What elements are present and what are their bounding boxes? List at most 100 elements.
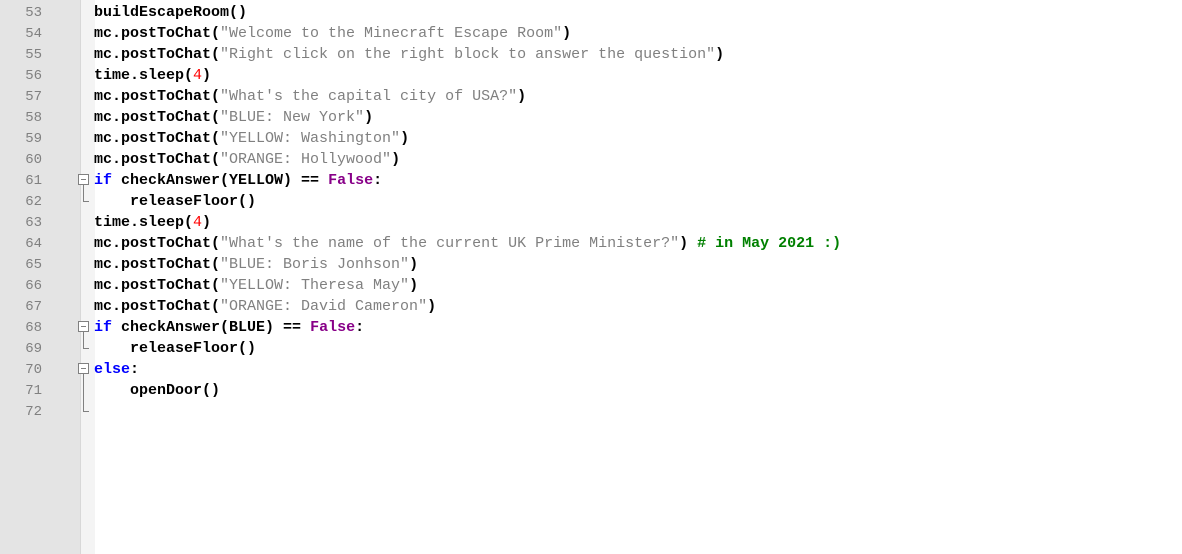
code-line[interactable]: 56 time.sleep(4) [0,65,1182,86]
fold-marker[interactable] [48,359,94,380]
code-token-default: ) [202,67,212,84]
code-line[interactable]: 57 mc.postToChat("What's the capital city… [0,86,1182,107]
code-token-keyword: if [94,172,113,189]
code-text: mc.postToChat("What's the name of the cu… [94,235,841,252]
fold-guide [83,380,84,401]
code-token-string: "BLUE: New York" [220,109,365,126]
line-number: 64 [25,235,42,252]
code-text: mc.postToChat("What's the capital city o… [94,88,526,105]
code-line[interactable]: 70 else: [0,359,1182,380]
code-token-string: "What's the capital city of USA?" [220,88,518,105]
code-token-number: 4 [193,214,203,231]
code-line[interactable]: 54 mc.postToChat("Welcome to the Minecraf… [0,23,1182,44]
code-editor[interactable]: 53 buildEscapeRoom() 54 mc.postToChat("Welc… [0,0,1182,554]
code-token-string: "BLUE: Boris Jonhson" [220,256,410,273]
fold-marker[interactable] [48,317,94,338]
code-token-string: "YELLOW: Theresa May" [220,277,410,294]
code-token-default: ) [679,235,698,252]
fold-marker [48,128,94,149]
fold-collapse-icon[interactable] [78,321,89,332]
code-token-default: mc.postToChat( [94,277,221,294]
fold-marker [48,23,94,44]
code-token-string: "YELLOW: Washington" [220,130,401,147]
code-token-keyword: if [94,319,113,336]
code-token-default: openDoor() [130,382,221,399]
fold-marker [48,296,94,317]
line-number: 65 [25,256,42,273]
code-token-default: mc.postToChat( [94,25,221,42]
fold-marker [48,401,94,422]
code-text: mc.postToChat("ORANGE: Hollywood") [94,151,400,168]
fold-marker [48,212,94,233]
code-line[interactable]: 59 mc.postToChat("YELLOW: Washington") [0,128,1182,149]
code-token-default: ) [427,298,437,315]
code-token-default: mc.postToChat( [94,298,221,315]
line-number: 62 [25,193,42,210]
fold-collapse-icon[interactable] [78,174,89,185]
line-number: 58 [25,109,42,126]
code-line[interactable]: 72 [0,401,1182,422]
code-token-constant: False [310,319,356,336]
code-text: mc.postToChat("ORANGE: David Cameron") [94,298,436,315]
line-number: 68 [25,319,42,336]
code-token-default: mc.postToChat( [94,46,221,63]
line-number: 55 [25,46,42,63]
code-line[interactable]: 68 if checkAnswer(BLUE) == False: [0,317,1182,338]
code-token-default: : [130,361,140,378]
code-text: buildEscapeRoom() [94,4,247,21]
code-token-default: ) [562,25,572,42]
code-line[interactable]: 69 releaseFloor() [0,338,1182,359]
code-text: time.sleep(4) [94,214,211,231]
fold-marker [48,2,94,23]
line-number: 59 [25,130,42,147]
code-token-default: mc.postToChat( [94,151,221,168]
line-number: 66 [25,277,42,294]
code-token-default: checkAnswer(BLUE) == [112,319,311,336]
code-token-default: ) [409,256,419,273]
code-token-string: "ORANGE: Hollywood" [220,151,392,168]
code-token-string: "Welcome to the Minecraft Escape Room" [220,25,563,42]
code-token-default: time.sleep( [94,214,194,231]
code-line[interactable]: 61 if checkAnswer(YELLOW) == False: [0,170,1182,191]
code-line[interactable]: 71 openDoor() [0,380,1182,401]
code-line[interactable]: 53 buildEscapeRoom() [0,2,1182,23]
fold-marker [48,275,94,296]
fold-marker [48,149,94,170]
fold-marker [48,44,94,65]
code-line[interactable]: 64 mc.postToChat("What's the name of the … [0,233,1182,254]
code-token-string: "ORANGE: David Cameron" [220,298,428,315]
line-number: 54 [25,25,42,42]
code-token-default: ) [715,46,725,63]
code-token-default: mc.postToChat( [94,235,221,252]
fold-marker[interactable] [48,170,94,191]
code-line[interactable]: 66 mc.postToChat("YELLOW: Theresa May") [0,275,1182,296]
code-token-default: releaseFloor() [130,340,257,357]
code-line[interactable]: 62 releaseFloor() [0,191,1182,212]
code-text: releaseFloor() [94,340,256,357]
code-text: time.sleep(4) [94,67,211,84]
code-token-default: ) [391,151,401,168]
code-line[interactable]: 67 mc.postToChat("ORANGE: David Cameron") [0,296,1182,317]
code-text: mc.postToChat("BLUE: New York") [94,109,373,126]
code-line[interactable]: 58 mc.postToChat("BLUE: New York") [0,107,1182,128]
fold-marker [48,254,94,275]
code-token-default: releaseFloor() [130,193,257,210]
code-text: mc.postToChat("BLUE: Boris Jonhson") [94,256,418,273]
line-number: 71 [25,382,42,399]
code-line[interactable]: 63 time.sleep(4) [0,212,1182,233]
fold-marker [48,380,94,401]
code-token-default: mc.postToChat( [94,130,221,147]
fold-collapse-icon[interactable] [78,363,89,374]
code-line[interactable]: 60 mc.postToChat("ORANGE: Hollywood") [0,149,1182,170]
code-token-keyword: else [94,361,131,378]
line-number: 72 [25,403,42,420]
code-line[interactable]: 65 mc.postToChat("BLUE: Boris Jonhson") [0,254,1182,275]
code-token-default: buildEscapeRoom() [94,4,248,21]
fold-marker [48,233,94,254]
code-line[interactable]: 55 mc.postToChat("Right click on the righ… [0,44,1182,65]
line-number: 57 [25,88,42,105]
code-token-default: mc.postToChat( [94,88,221,105]
